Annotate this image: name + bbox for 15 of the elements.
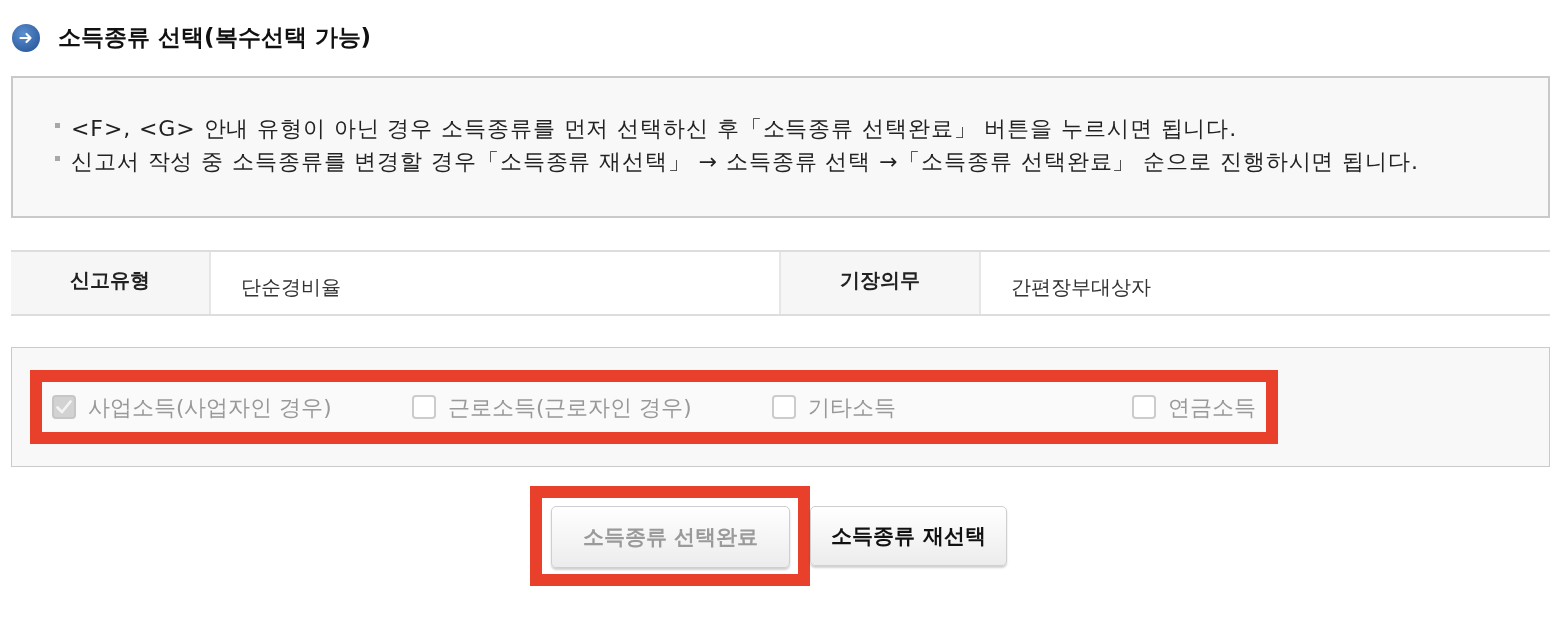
notice-text: <F>, <G> 안내 유형이 아닌 경우 소득종류를 먼저 선택하신 후「소득종류 선택완료」 버튼을 누르시면 됩니다. <box>71 115 1238 143</box>
field-label: 기장의무 <box>781 252 981 314</box>
field-label: 신고유형 <box>11 252 211 314</box>
notice-text: 신고서 작성 중 소득종류를 변경할 경우「소득종류 재선택」 → 소득종류 선택 →「소득종류 선택완료」 순으로 진행하시면 됩니다. <box>71 148 1419 176</box>
checkbox-label: 사업소득(사업자인 경우) <box>88 393 332 422</box>
checkmark-icon <box>56 400 72 414</box>
field-value: 간편장부대상자 <box>1010 273 1152 301</box>
arrow-circle-icon <box>12 24 40 52</box>
checkbox-label: 근로소득(근로자인 경우) <box>448 393 692 422</box>
section-title: 소득종류 선택(복수선택 가능) <box>58 23 372 52</box>
bullet-icon <box>55 123 60 128</box>
action-button[interactable]: 소득종류 재선택 <box>810 506 1007 566</box>
bullet-icon <box>55 156 60 161</box>
checkbox-label: 기타소득 <box>808 393 896 422</box>
checkbox-label: 연금소득 <box>1168 393 1256 422</box>
